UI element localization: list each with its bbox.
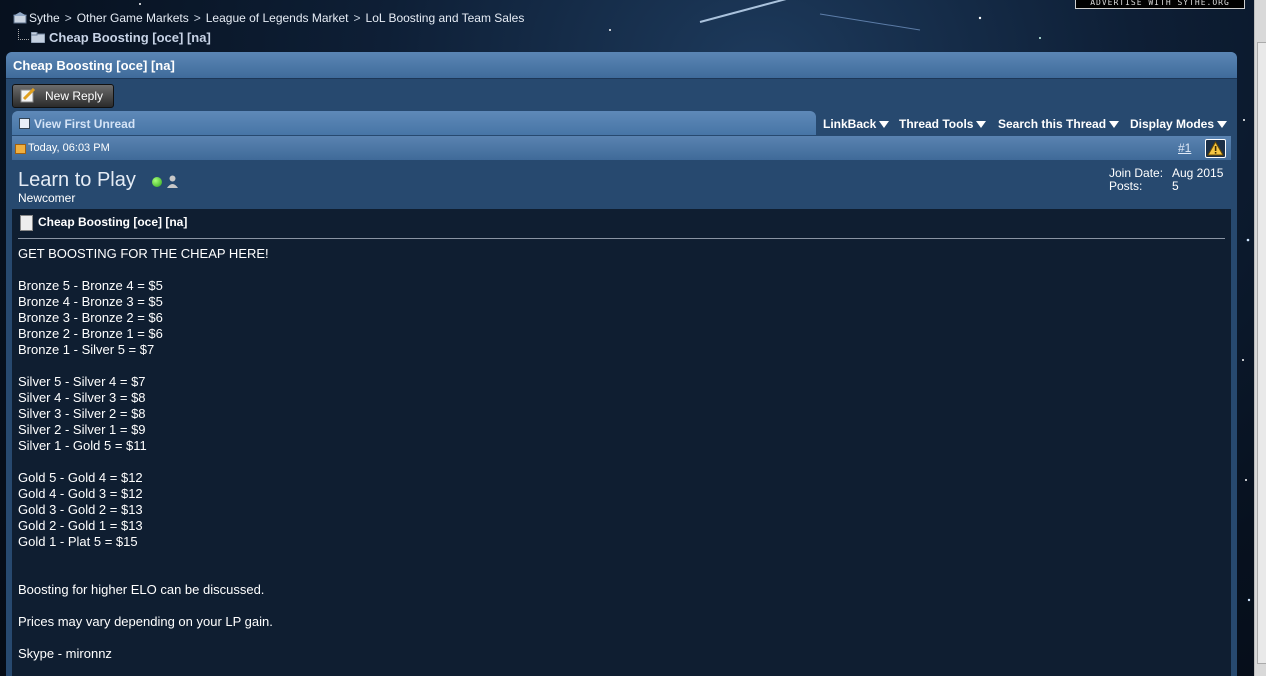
message-line: GET BOOSTING FOR THE CHEAP HERE! [18, 246, 269, 261]
message-line: Gold 3 - Gold 2 = $13 [18, 502, 143, 517]
chevron-down-icon [1109, 121, 1120, 128]
linkback-label: LinkBack [823, 117, 877, 131]
message-line: Skype - mironnz [18, 646, 112, 661]
message-line: Silver 4 - Silver 3 = $8 [18, 390, 146, 405]
post-title: Cheap Boosting [oce] [na] [38, 215, 188, 229]
author-stats: Join Date: Aug 2015 Posts: 5 [1109, 167, 1223, 193]
view-first-unread-label: View First Unread [34, 117, 136, 131]
folder-icon [30, 31, 46, 44]
thread-tools-label: Thread Tools [899, 117, 974, 131]
new-reply-button[interactable]: New Reply [12, 84, 114, 108]
checkmark-icon [19, 118, 30, 129]
user-profile-icon[interactable] [167, 175, 178, 188]
thread-panel-header: Cheap Boosting [oce] [na] [6, 52, 1237, 79]
report-post-button[interactable] [1205, 139, 1226, 158]
message-line: Bronze 1 - Silver 5 = $7 [18, 342, 155, 357]
post-date: Today, 06:03 PM [15, 142, 110, 154]
message-line: Prices may vary depending on your LP gai… [18, 614, 273, 629]
message-line: Boosting for higher ELO can be discussed… [18, 582, 265, 597]
message-line: Silver 5 - Silver 4 = $7 [18, 374, 146, 389]
chevron-down-icon [976, 121, 987, 128]
breadcrumb-link-lol-boosting[interactable]: LoL Boosting and Team Sales [366, 11, 525, 25]
post-number-link[interactable]: #1 [1178, 141, 1191, 155]
scrollbar-thumb[interactable] [1257, 42, 1266, 664]
warning-icon [1207, 140, 1224, 156]
author-usertitle: Newcomer [18, 191, 76, 205]
breadcrumb-separator: > [193, 11, 201, 25]
divider [18, 238, 1225, 239]
author-username[interactable]: Learn to Play [18, 169, 136, 192]
join-date-value: Aug 2015 [1172, 166, 1224, 180]
message-line: Gold 2 - Gold 1 = $13 [18, 518, 143, 533]
message-line: Silver 2 - Silver 1 = $9 [18, 422, 146, 437]
current-thread-title: Cheap Boosting [oce] [na] [49, 30, 211, 45]
current-thread-crumb: Cheap Boosting [oce] [na] [18, 29, 211, 45]
post-header: Today, 06:03 PM #1 [12, 136, 1231, 160]
message-line: Bronze 4 - Bronze 3 = $5 [18, 294, 163, 309]
thread-tools-menu[interactable]: Thread Tools [899, 117, 987, 131]
breadcrumb-link-sythe[interactable]: Sythe [29, 11, 60, 25]
post-status-icon [15, 144, 26, 154]
breadcrumb: Sythe > Other Game Markets > League of Legen… [13, 11, 524, 25]
message-line: Gold 5 - Gold 4 = $12 [18, 470, 143, 485]
online-status-icon [152, 177, 162, 187]
thread-toolbar: View First Unread LinkBack Thread Tools … [12, 111, 1231, 135]
posts-label: Posts: [1109, 179, 1143, 193]
new-reply-icon [20, 88, 36, 103]
message-line: Bronze 3 - Bronze 2 = $6 [18, 310, 163, 325]
message-line: Bronze 2 - Bronze 1 = $6 [18, 326, 163, 341]
message-line: Silver 1 - Gold 5 = $11 [18, 438, 147, 453]
posts-value: 5 [1172, 179, 1179, 193]
message-line: Bronze 5 - Bronze 4 = $5 [18, 278, 163, 293]
post-date-text: Today, 06:03 PM [28, 142, 110, 154]
breadcrumb-link-lol-market[interactable]: League of Legends Market [206, 11, 349, 25]
search-thread-menu[interactable]: Search this Thread [998, 117, 1120, 131]
linkback-menu[interactable]: LinkBack [823, 117, 890, 131]
post-body: Cheap Boosting [oce] [na] GET BOOSTING F… [12, 209, 1231, 676]
message-line: Gold 4 - Gold 3 = $12 [18, 486, 143, 501]
home-icon[interactable] [13, 12, 27, 24]
thread-title: Cheap Boosting [oce] [na] [13, 58, 175, 73]
breadcrumb-separator: > [64, 11, 72, 25]
chevron-down-icon [879, 121, 890, 128]
display-modes-menu[interactable]: Display Modes [1130, 117, 1228, 131]
document-icon [20, 215, 33, 231]
search-thread-label: Search this Thread [998, 117, 1107, 131]
new-reply-label: New Reply [45, 89, 104, 103]
breadcrumb-link-other-game-markets[interactable]: Other Game Markets [77, 11, 189, 25]
message-line: Gold 1 - Plat 5 = $15 [18, 534, 138, 549]
advertise-banner[interactable]: ADVERTISE WITH SYTHE.ORG [1075, 0, 1245, 9]
post-author-bar: Learn to Play Newcomer Join Date: Aug 201… [12, 161, 1231, 209]
tree-connector [18, 29, 29, 40]
chevron-down-icon [1217, 121, 1228, 128]
breadcrumb-separator: > [353, 11, 361, 25]
page-scrollbar[interactable] [1254, 0, 1266, 676]
view-first-unread-link[interactable]: View First Unread [12, 111, 816, 135]
message-line: Silver 3 - Silver 2 = $8 [18, 406, 146, 421]
display-modes-label: Display Modes [1130, 117, 1215, 131]
thread-panel: Cheap Boosting [oce] [na] New Reply View… [6, 52, 1237, 676]
